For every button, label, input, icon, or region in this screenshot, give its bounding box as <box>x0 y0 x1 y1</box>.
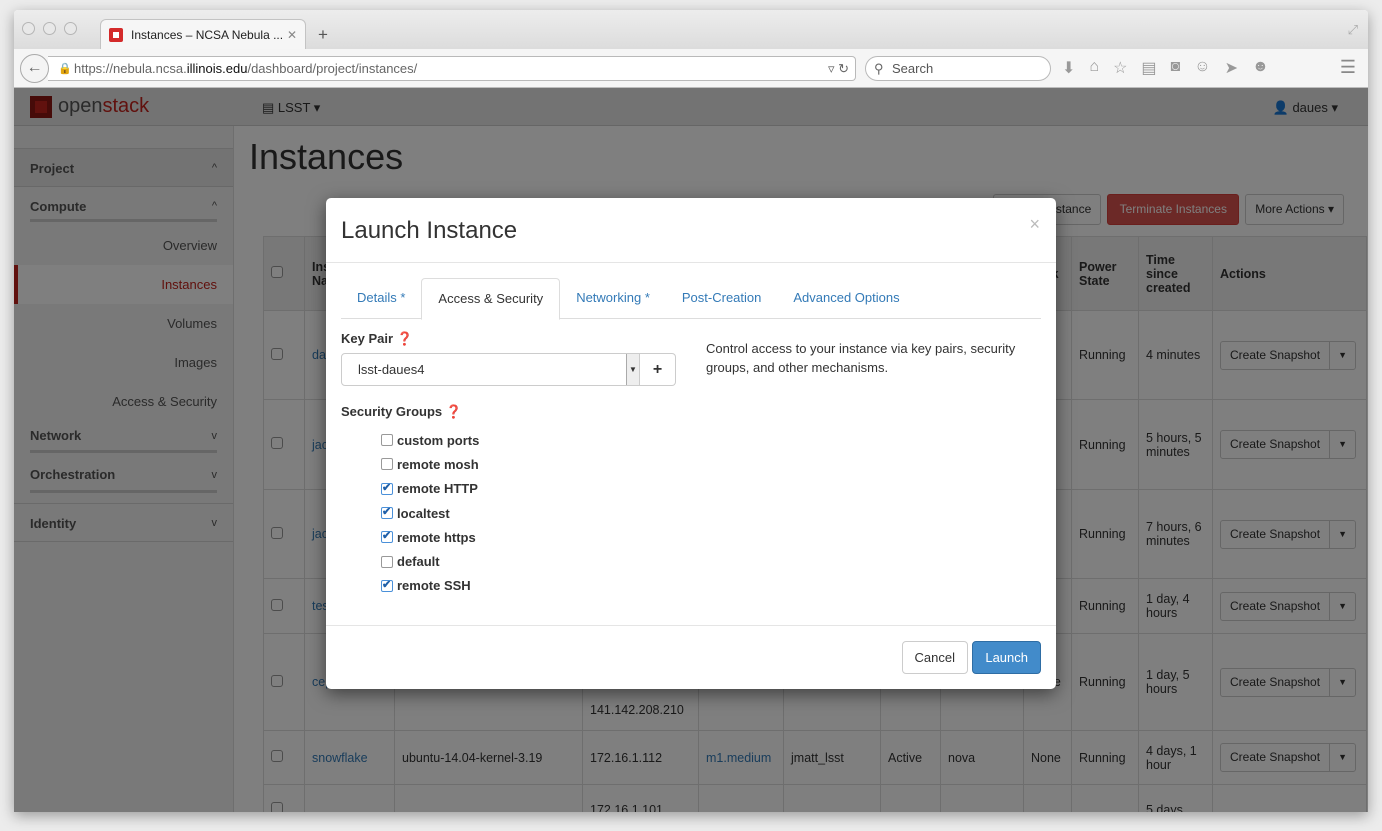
help-text: Control access to your instance via key … <box>706 341 1016 375</box>
minimize-button[interactable] <box>43 22 56 35</box>
download-icon[interactable]: ⬇ <box>1062 58 1075 78</box>
key-pair-select[interactable]: lsst-daues4 ▼ <box>341 353 640 386</box>
url-bar[interactable]: 🔒 https://nebula.ncsa.illinois.edu/dashbo… <box>48 56 856 81</box>
reading-list-icon[interactable]: ▤ <box>1141 58 1156 78</box>
modal-header: Launch Instance <box>326 198 1056 263</box>
tab-title: Instances – NCSA Nebula ... <box>131 28 284 42</box>
security-group-option[interactable]: remote https <box>381 525 479 549</box>
back-button[interactable]: ← <box>20 54 49 83</box>
security-group-label: remote HTTP <box>397 481 478 497</box>
send-icon[interactable]: ➤ <box>1225 58 1238 78</box>
modal-footer: Cancel Launch <box>326 625 1056 689</box>
security-group-option[interactable]: custom ports <box>381 428 479 452</box>
security-group-label: custom ports <box>397 432 480 448</box>
security-groups-list: custom ports remote mosh remote HTTP localt… <box>381 428 479 598</box>
close-tab-icon[interactable]: ✕ <box>287 28 297 42</box>
security-group-label: default <box>397 554 440 570</box>
security-group-checkbox[interactable] <box>381 434 393 447</box>
close-icon[interactable]: × <box>1029 214 1040 235</box>
lock-icon: 🔒 <box>58 63 72 75</box>
pocket-icon[interactable]: ◙ <box>1171 58 1181 78</box>
caret-down-icon: ▼ <box>626 354 639 385</box>
home-icon[interactable]: ⌂ <box>1089 58 1099 78</box>
url-host: illinois.edu <box>186 61 248 76</box>
key-pair-value: lsst-daues4 <box>358 362 425 377</box>
openstack-favicon-icon <box>109 28 123 42</box>
openstack-page: openstack ▤ LSST ▾ 👤 daues ▾ Project^ Co… <box>14 88 1368 812</box>
toolbar-icons: ⬇ ⌂ ☆ ▤ ◙ ☺ ➤ ☻ <box>1062 58 1269 78</box>
fullscreen-icon[interactable]: ⤢ <box>1348 22 1358 38</box>
security-group-option[interactable]: remote mosh <box>381 452 479 476</box>
add-key-pair-button[interactable]: + <box>640 353 676 386</box>
security-group-option[interactable]: remote SSH <box>381 574 479 598</box>
search-input[interactable]: ⚲ Search <box>865 56 1051 81</box>
label-text: Key Pair <box>341 331 394 346</box>
tab-networking[interactable]: Networking * <box>560 278 666 318</box>
reload-icon[interactable]: ▿ ↻ <box>828 57 849 80</box>
chat-icon[interactable]: ☻ <box>1252 58 1269 78</box>
bookmark-star-icon[interactable]: ☆ <box>1113 58 1127 78</box>
search-placeholder: Search <box>892 61 934 76</box>
security-group-option[interactable]: localtest <box>381 501 479 525</box>
modal-title: Launch Instance <box>341 217 518 244</box>
greasemonkey-icon[interactable]: ☺ <box>1194 58 1210 78</box>
security-group-checkbox[interactable] <box>381 529 393 544</box>
security-group-option[interactable]: default <box>381 549 479 573</box>
security-group-checkbox[interactable] <box>381 555 393 568</box>
launch-instance-modal: Launch Instance × Details * Access & Sec… <box>326 198 1056 689</box>
security-group-checkbox[interactable] <box>381 458 393 471</box>
search-icon: ⚲ <box>874 61 884 76</box>
help-icon[interactable]: ❓ <box>446 404 462 419</box>
url-path: /dashboard/project/instances/ <box>247 61 418 76</box>
modal-tabs: Details * Access & Security Networking *… <box>341 278 1041 320</box>
new-tab-button[interactable]: + <box>318 25 328 45</box>
browser-toolbar: 🔒 https://nebula.ncsa.illinois.edu/dashbo… <box>14 49 1368 88</box>
security-group-checkbox[interactable] <box>381 481 393 495</box>
security-group-option[interactable]: remote HTTP <box>381 477 479 501</box>
help-icon[interactable]: ❓ <box>397 331 413 346</box>
key-pair-label: Key Pair ❓ <box>341 331 413 347</box>
browser-window: Instances – NCSA Nebula ... ✕ + ⤢ 🔒 https:… <box>14 10 1368 812</box>
security-group-label: localtest <box>397 505 450 521</box>
label-text: Security Groups <box>341 404 443 419</box>
security-group-label: remote https <box>397 529 476 545</box>
tab-access-security[interactable]: Access & Security <box>421 278 561 320</box>
security-group-label: remote mosh <box>397 456 479 472</box>
tab-advanced-options[interactable]: Advanced Options <box>777 278 915 318</box>
cancel-button[interactable]: Cancel <box>901 641 968 674</box>
hamburger-menu-icon[interactable]: ☰ <box>1340 57 1356 78</box>
tab-details[interactable]: Details * <box>341 278 421 318</box>
security-groups-label: Security Groups ❓ <box>341 404 462 420</box>
security-group-checkbox[interactable] <box>381 505 393 520</box>
security-group-label: remote SSH <box>397 578 471 594</box>
url-prefix: https://nebula.ncsa. <box>74 61 187 76</box>
tab-post-creation[interactable]: Post-Creation <box>666 278 777 318</box>
security-group-checkbox[interactable] <box>381 578 393 592</box>
plus-icon: + <box>652 361 663 378</box>
tab-bar: Instances – NCSA Nebula ... ✕ + ⤢ <box>14 10 1368 50</box>
zoom-button[interactable] <box>64 22 77 35</box>
browser-tab[interactable]: Instances – NCSA Nebula ... ✕ <box>100 19 306 50</box>
close-window-button[interactable] <box>22 22 35 35</box>
launch-button[interactable]: Launch <box>972 641 1041 674</box>
window-controls[interactable] <box>22 22 77 35</box>
